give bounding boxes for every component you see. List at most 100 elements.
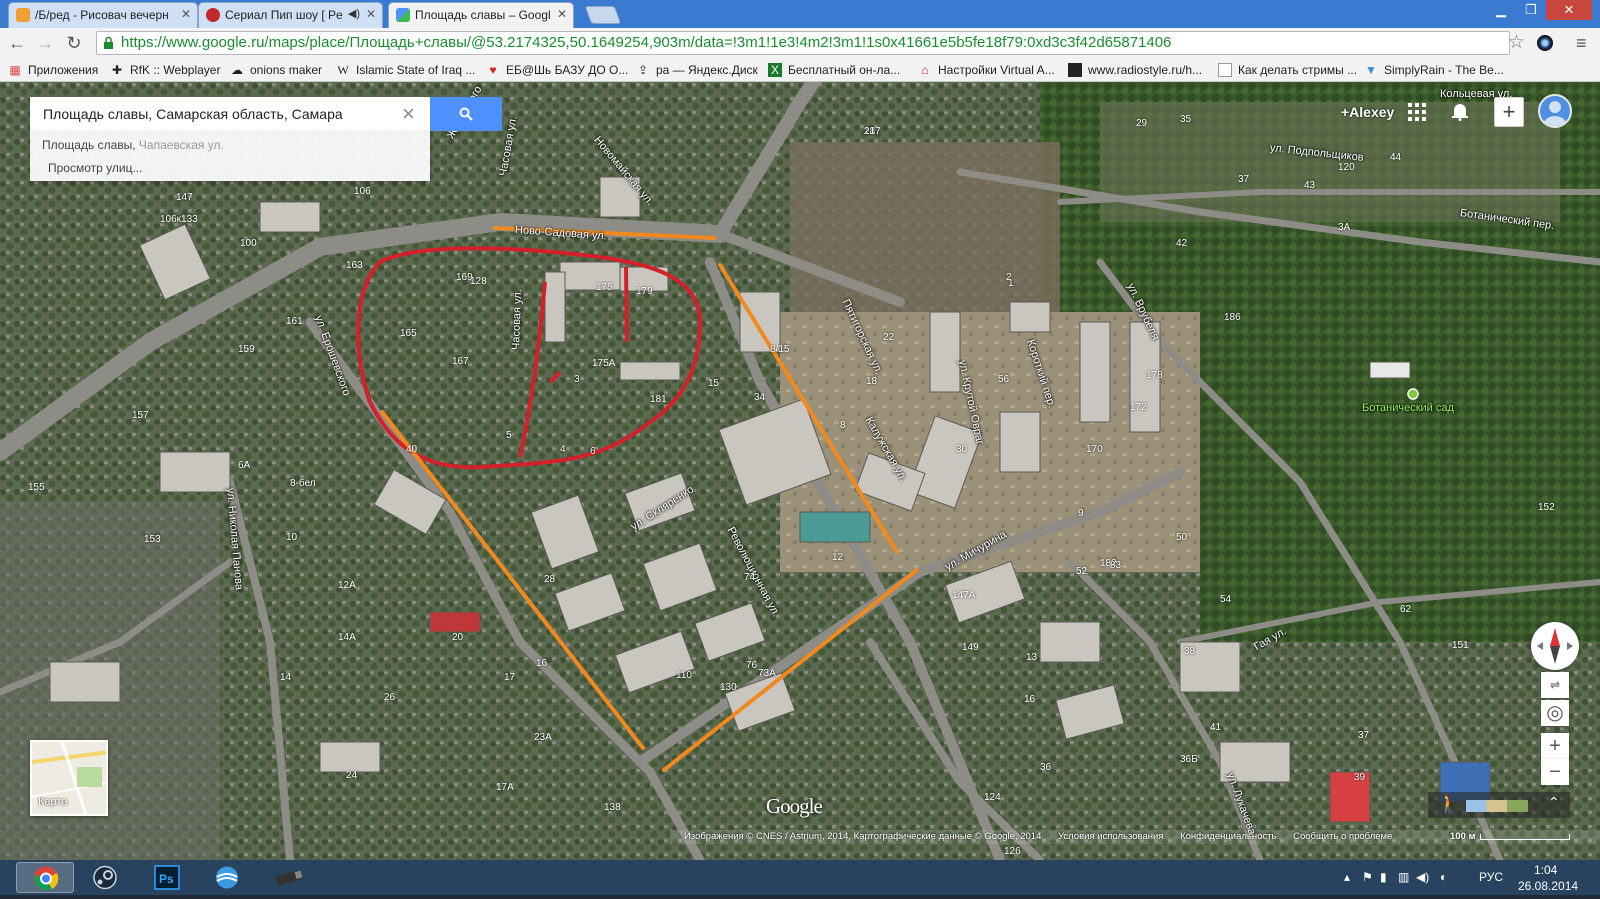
house-number: 18 [866,376,878,387]
bookmark-virtual[interactable]: ⌂ Настройки Virtual A... [918,61,1055,79]
suggestion-secondary: Чапаевская ул. [135,138,224,152]
bookmark-label: Настройки Virtual A... [938,63,1055,77]
house-number: 40 [406,444,418,455]
map-type-toggle[interactable]: Карта [30,740,108,816]
avatar[interactable] [1538,94,1572,128]
bookmark-simplyrain[interactable]: ▼ SimplyRain - The Be... [1364,61,1504,79]
minimize-icon[interactable]: ▁ [1486,0,1516,20]
house-number: 37 [1358,730,1370,741]
imagery-thumbnails[interactable] [1466,800,1528,812]
house-number: 155 [28,482,45,493]
share-plus-button[interactable]: + [1494,97,1524,127]
house-number: 4 [560,444,566,455]
google-plus-user-link[interactable]: +Alexey [1341,104,1394,120]
url-text: https://www.google.ru/maps/place/Площадь… [121,34,1172,51]
taskbar-vpn[interactable] [198,862,256,893]
tilt-icon[interactable]: ⇌ [1541,672,1569,698]
wikipedia-icon: W [337,63,349,77]
house-number: 36 [1040,762,1052,773]
privacy-link[interactable]: Конфиденциальность [1180,831,1276,842]
house-number: 52 [1076,566,1088,577]
forward-arrow-icon[interactable]: → [34,32,56,54]
new-tab-button[interactable] [584,6,622,24]
address-bar[interactable]: https://www.google.ru/maps/place/Площадь… [96,31,1510,55]
taskbar-steam[interactable] [76,862,134,893]
close-icon[interactable]: ✕ [557,7,567,21]
network-icon[interactable]: ▥ [1398,870,1409,884]
bookmark-yandex-disk[interactable]: ⇪ ра — Яндекс.Диск [636,61,758,79]
street-view-link[interactable]: Просмотр улиц... [48,161,142,175]
usb-icon [275,870,303,886]
zoom-out-button[interactable]: − [1541,759,1569,785]
tray-app-icon[interactable]: ◐ [1440,870,1447,884]
house-number: 181 [650,394,667,405]
window-close-icon[interactable]: ✕ [1546,0,1592,20]
user-silhouette-icon [1543,101,1567,126]
house-number: 13 [1026,652,1038,663]
house-number: 37 [1238,174,1250,185]
house-number: 175 [596,282,613,293]
flag-icon[interactable]: ⚑ [1362,870,1373,884]
pegman-icon[interactable]: 🚶 [1437,794,1459,815]
lightning-favicon-icon [16,8,30,22]
back-arrow-icon[interactable]: ← [6,32,28,54]
poi-marker-icon[interactable] [1407,388,1419,400]
bookmark-label: RfK :: Webplayer [130,63,221,77]
bookmark-baza[interactable]: ♥ ЕБ@Шь БАЗУ ДО О... [486,61,628,79]
house-number: 74 [744,572,756,583]
bookmark-label: Бесплатный он-ла... [788,63,901,77]
volume-icon[interactable]: ◀) [1416,870,1429,884]
taskbar-usb[interactable] [258,862,316,893]
bookmark-star-icon[interactable]: ☆ [1508,31,1525,54]
bookmark-rfk[interactable]: ✚ RfK :: Webplayer [110,61,221,79]
clock-time[interactable]: 1:04 [1534,863,1557,877]
tab-google-maps[interactable]: Площадь славы – Googl ✕ [388,2,574,28]
search-button[interactable] [430,97,502,131]
page-icon [1218,63,1232,77]
close-icon[interactable]: ✕ [181,7,191,21]
bookmark-apps[interactable]: ▦ Приложения [8,61,98,79]
language-indicator[interactable]: РУС [1479,870,1503,884]
report-problem-link[interactable]: Сообщить о проблеме [1293,831,1392,842]
bookmark-isis[interactable]: W Islamic State of Iraq ... [336,61,475,79]
house-number: 152 [1538,502,1555,513]
notification-bell-icon[interactable] [1450,101,1470,121]
close-icon[interactable]: ✕ [366,7,376,21]
house-number: 14A [338,632,356,643]
terms-link[interactable]: Условия использования [1058,831,1163,842]
clock-date[interactable]: 26.08.2014 [1518,879,1578,893]
tab-pip-show[interactable]: Сериал Пип шоу [ Pe ◀) ✕ [198,2,383,28]
house-number: 17A [496,782,514,793]
maximize-icon[interactable]: ❐ [1516,0,1546,20]
clear-search-icon[interactable]: × [402,99,415,129]
house-number: 83 [1110,560,1122,571]
suggestion-main: Площадь славы, [42,138,136,152]
house-number: 175A [592,358,616,369]
tab-strip: /Б/ред - Рисовач вечерн ✕ Сериал Пип шоу… [0,0,1600,28]
suggestion-item[interactable]: Площадь славы, Чапаевская ул. [42,138,224,152]
battery-icon[interactable]: ▮ [1380,870,1387,884]
menu-icon[interactable]: ≡ [1576,33,1587,54]
reload-icon[interactable]: ↻ [63,32,85,54]
bookmark-streams[interactable]: Как делать стримы ... [1218,61,1357,79]
bookmark-onions[interactable]: ☁ onions maker [230,61,322,79]
compass-control[interactable] [1531,622,1579,670]
bookmark-radiostyle[interactable]: www.radiostyle.ru/h... [1068,61,1202,79]
bookmark-online[interactable]: X Бесплатный он-ла... [768,61,900,79]
apps-grid-icon[interactable] [1408,103,1426,121]
tab-risovach[interactable]: /Б/ред - Рисовач вечерн ✕ [8,2,198,28]
house-number: 6 [590,446,596,457]
taskbar-photoshop[interactable]: Ps [138,862,196,893]
house-number: 124 [984,792,1001,803]
zoom-in-button[interactable]: + [1541,733,1569,759]
search-input[interactable]: Площадь славы, Самарская область, Самара [30,97,430,131]
my-location-icon[interactable]: ◎ [1541,700,1569,726]
tab-title: Сериал Пип шоу [ Pe [225,8,343,22]
expand-chevron-icon[interactable]: ⌃ [1548,794,1560,811]
taskbar-chrome[interactable] [16,862,74,893]
satellite-map[interactable]: Ново-Садовая ул. ул. Подпольщиков Ботани… [0,82,1600,860]
poi-label[interactable]: Ботанический сад [1362,402,1454,414]
extension-icon[interactable] [1537,35,1553,51]
red-stroke-annotation [624,266,629,343]
tray-expand-icon[interactable]: ▴ [1344,870,1350,884]
